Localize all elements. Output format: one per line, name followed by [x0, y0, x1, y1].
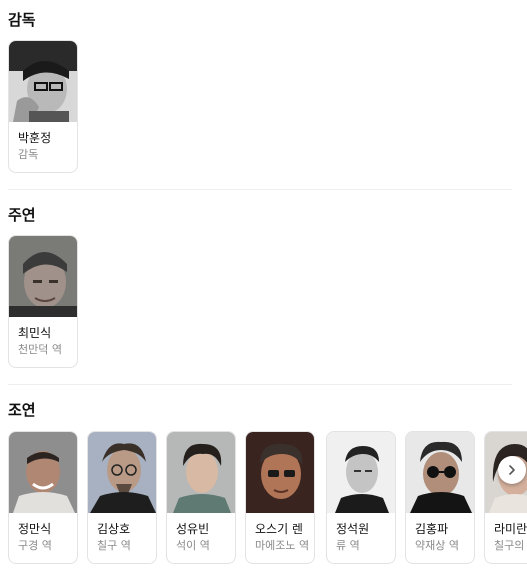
person-photo — [406, 432, 474, 513]
person-photo — [246, 432, 314, 513]
person-role: 감독 — [18, 148, 39, 161]
person-photo — [167, 432, 235, 513]
person-card-lead[interactable]: 최민식 천만덕 역 — [8, 235, 78, 368]
section-title-supporting: 조연 — [8, 401, 36, 419]
person-name: 오스기 렌 — [255, 522, 303, 536]
person-name: 라미란 — [494, 522, 527, 536]
person-role: 천만덕 역 — [18, 343, 62, 356]
section-title-director: 감독 — [8, 11, 36, 29]
person-card-director[interactable]: 박훈정 감독 — [8, 40, 78, 173]
person-name: 성유빈 — [176, 522, 210, 536]
person-card-supporting[interactable]: 김홍파 약재상 역 — [405, 431, 475, 564]
chevron-right-icon — [509, 465, 515, 475]
person-photo — [9, 432, 77, 513]
person-name: 김상호 — [97, 522, 131, 536]
section-divider — [8, 189, 512, 190]
person-role: 약재상 역 — [415, 539, 459, 552]
person-role: 구경 역 — [18, 539, 52, 552]
person-name: 정석원 — [336, 522, 370, 536]
person-card-supporting[interactable]: 정만식 구경 역 — [8, 431, 78, 564]
person-role: 칠구의 내 역 — [494, 539, 527, 552]
section-title-lead: 주연 — [8, 206, 36, 224]
person-name: 김홍파 — [415, 522, 449, 536]
person-photo — [9, 41, 77, 122]
person-photo — [9, 236, 77, 317]
section-divider — [8, 384, 512, 385]
person-role: 칠구 역 — [97, 539, 131, 552]
person-name: 최민식 — [18, 326, 52, 340]
person-role: 류 역 — [336, 539, 360, 552]
person-role: 마에조노 역 — [255, 539, 310, 552]
carousel-next-button[interactable] — [498, 456, 526, 484]
person-name: 박훈정 — [18, 131, 52, 145]
person-card-supporting[interactable]: 라미란 칠구의 내 역 — [484, 431, 527, 564]
supporting-cast-carousel[interactable]: 정만식 구경 역 김상호 칠구 역 성유빈 석이 역 오스기 렌 마에조노 역 … — [0, 430, 527, 580]
person-card-supporting[interactable]: 김상호 칠구 역 — [87, 431, 157, 564]
person-name: 정만식 — [18, 522, 52, 536]
person-role: 석이 역 — [176, 539, 210, 552]
person-card-supporting[interactable]: 성유빈 석이 역 — [166, 431, 236, 564]
person-card-supporting[interactable]: 오스기 렌 마에조노 역 — [245, 431, 315, 564]
person-photo — [88, 432, 156, 513]
person-card-supporting[interactable]: 정석원 류 역 — [326, 431, 396, 564]
person-photo — [327, 432, 395, 513]
